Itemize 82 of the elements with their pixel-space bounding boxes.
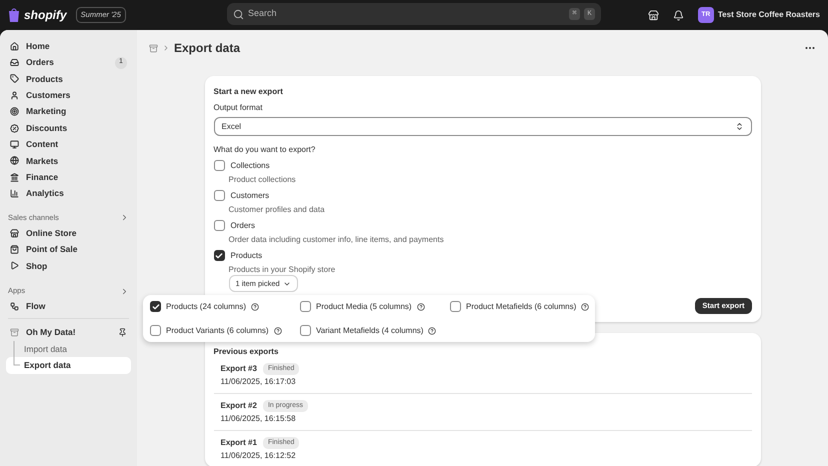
nav-item[interactable]: Products — [6, 70, 131, 88]
nav-item[interactable]: Home — [6, 38, 131, 54]
nav-item[interactable]: Oh My Data! — [6, 324, 131, 341]
column-option-label[interactable]: Products (24 columns) — [166, 302, 246, 312]
logo-wordmark: shopify — [24, 7, 67, 24]
nav-item[interactable]: Customers — [6, 87, 131, 104]
export-time: 11/06/2025, 16:12:52 — [220, 451, 297, 461]
option-description: Product collections — [228, 175, 297, 185]
export-time: 11/06/2025, 16:15:58 — [220, 414, 297, 424]
page-title: Export data — [174, 40, 240, 57]
option-label[interactable]: Customers — [230, 190, 270, 200]
tag-icon — [10, 74, 19, 84]
bag-icon — [10, 244, 19, 254]
checkbox[interactable] — [214, 160, 224, 171]
checkbox[interactable] — [214, 220, 224, 231]
column-option-label[interactable]: Variant Metafields (4 columns) — [316, 326, 424, 336]
nav-item[interactable]: Discounts — [6, 120, 131, 136]
export-time: 11/06/2025, 16:17:03 — [220, 377, 297, 387]
bank-icon — [10, 172, 19, 182]
storefront-icon — [10, 228, 19, 238]
target-icon — [10, 107, 19, 116]
checkbox[interactable] — [150, 301, 161, 312]
export-name: Export #2 — [220, 401, 257, 411]
store-name[interactable]: Test Store Coffee Roasters — [718, 9, 820, 21]
export-name: Export #1 — [220, 438, 257, 448]
checkbox[interactable] — [300, 301, 311, 312]
play-icon — [10, 261, 19, 270]
option-description: Products in your Shopify store — [228, 265, 336, 275]
globe-icon — [10, 156, 19, 166]
checkbox[interactable] — [150, 325, 161, 336]
help-icon[interactable] — [428, 326, 436, 334]
nav-item[interactable]: Marketing — [6, 104, 131, 120]
nav-item[interactable]: Point of Sale — [6, 241, 131, 258]
search-icon — [233, 8, 244, 20]
pin-icon[interactable] — [118, 328, 127, 338]
nav-item[interactable]: Analytics — [6, 186, 131, 202]
card-title: Start a new export — [214, 87, 284, 97]
help-icon[interactable] — [416, 302, 425, 310]
format-select[interactable]: Excel — [214, 117, 752, 136]
option-description: Order data including customer info, line items, and payments — [228, 235, 445, 245]
option-description: Customer profiles and data — [228, 205, 326, 215]
bar-chart-icon — [10, 189, 19, 198]
column-option-label[interactable]: Product Variants (6 columns) — [166, 326, 269, 336]
option-label[interactable]: Orders — [230, 220, 255, 230]
person-icon — [10, 90, 19, 100]
option-label[interactable]: Products — [230, 250, 262, 260]
help-icon[interactable] — [274, 326, 282, 334]
flow-icon — [10, 302, 19, 311]
nav-subitem[interactable]: Export data — [6, 357, 131, 374]
nav-subitem[interactable]: Import data — [6, 340, 131, 358]
card-title: Previous exports — [214, 347, 280, 357]
checkbox[interactable] — [450, 301, 461, 312]
export-name: Export #3 — [220, 364, 257, 374]
checkbox[interactable] — [214, 250, 224, 261]
select-arrows-icon — [734, 122, 744, 131]
home-icon — [10, 42, 19, 51]
inbox-icon — [10, 58, 19, 68]
checkbox[interactable] — [300, 325, 311, 336]
nav-item[interactable]: Markets — [6, 152, 131, 170]
column-option-label[interactable]: Product Media (5 columns) — [316, 302, 412, 312]
column-option-label[interactable]: Product Metafields (6 columns) — [466, 302, 576, 312]
help-icon[interactable] — [251, 302, 260, 310]
nav-item[interactable]: Finance — [6, 169, 131, 186]
nav-item[interactable]: Shop — [6, 258, 131, 274]
question-label: What do you want to export? — [214, 145, 316, 155]
nav-item[interactable]: Flow — [6, 298, 131, 314]
nav-item[interactable]: Content — [6, 136, 131, 153]
notification-bell-icon[interactable] — [672, 10, 684, 20]
monitor-icon — [10, 140, 19, 150]
chevron-right-icon[interactable] — [120, 286, 129, 296]
checkbox[interactable] — [214, 190, 224, 201]
search-input[interactable]: Search — [248, 7, 565, 21]
nav-item[interactable]: Online Store — [6, 224, 131, 242]
field-label: Output format — [214, 103, 264, 113]
percent-badge-icon — [10, 124, 19, 133]
breadcrumb-chevron-icon — [162, 44, 170, 52]
app-icon[interactable] — [149, 44, 158, 52]
option-label[interactable]: Collections — [230, 160, 270, 170]
help-icon[interactable] — [581, 302, 590, 310]
store-icon[interactable] — [648, 10, 659, 20]
chevron-right-icon[interactable] — [120, 213, 129, 222]
logo-bag-icon — [8, 8, 20, 22]
